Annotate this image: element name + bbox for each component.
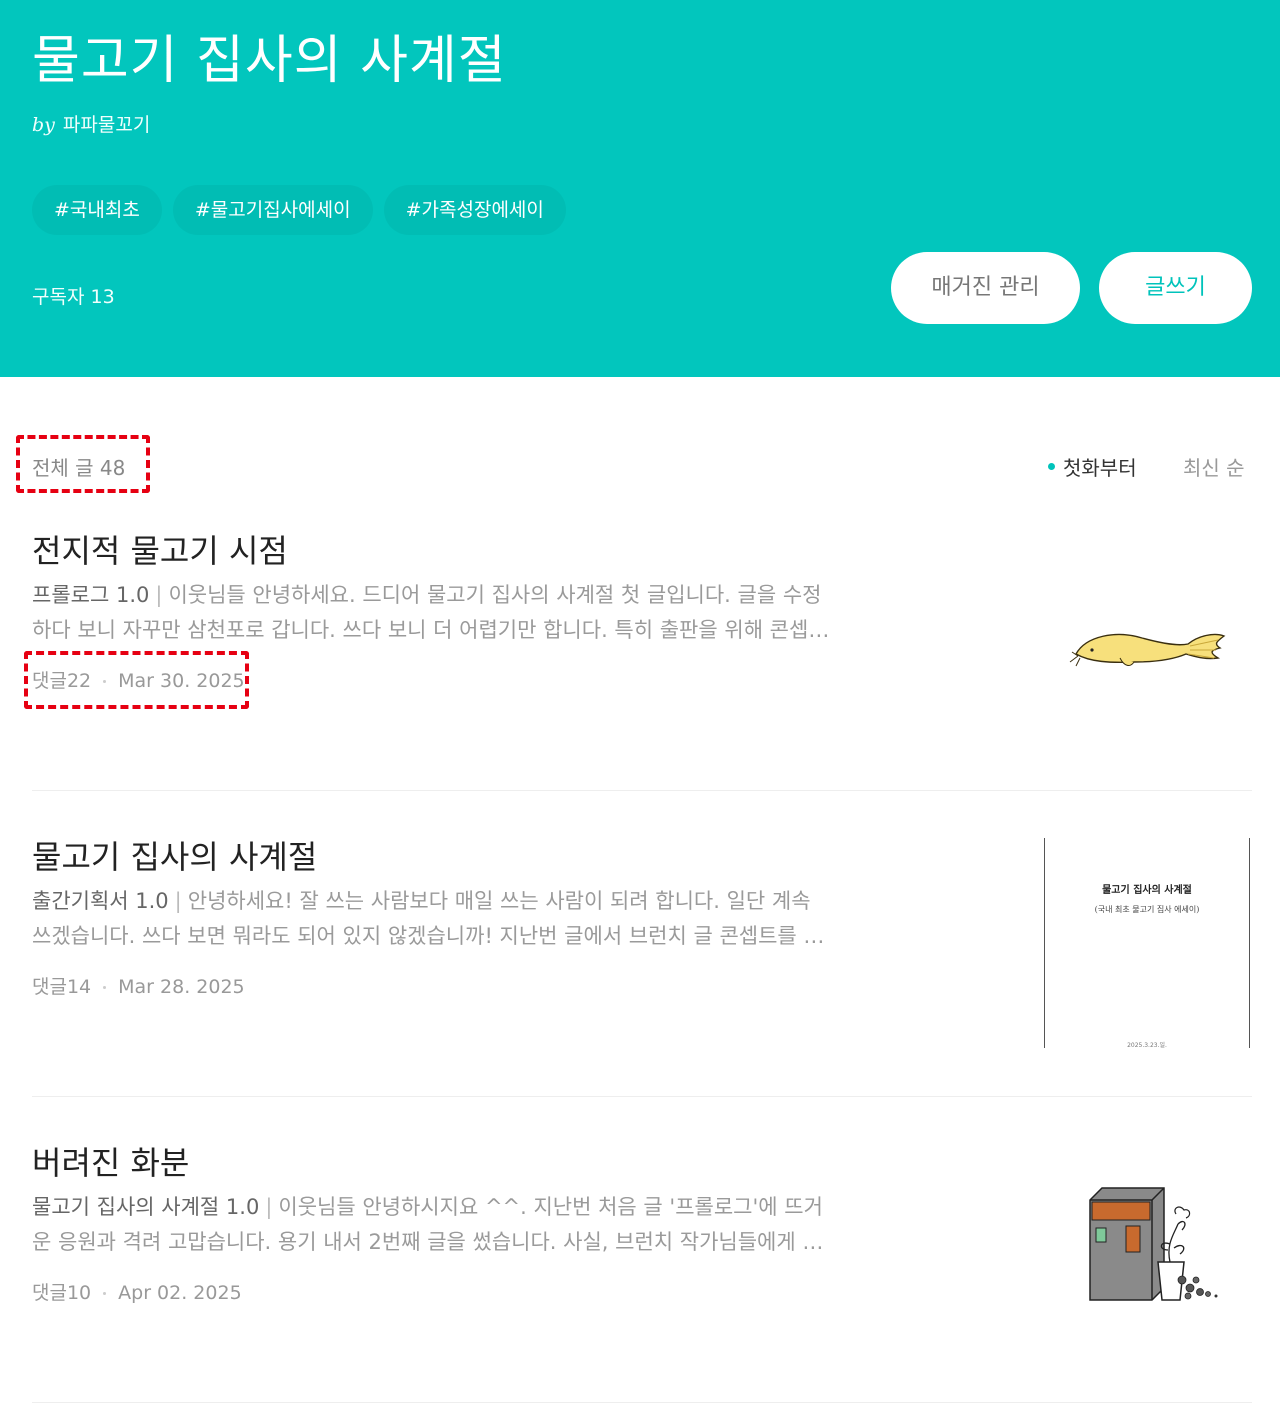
sort-recent[interactable]: 최신 순: [1183, 452, 1245, 481]
article-divider: [32, 1402, 1252, 1403]
sort-first-episode[interactable]: 첫화부터: [1048, 452, 1137, 481]
article-title[interactable]: 전지적 물고기 시점: [32, 526, 288, 572]
tag-1[interactable]: #국내최초: [32, 185, 162, 235]
article-series: 출간기획서 1.0: [32, 889, 169, 913]
excerpt-line-2: 하다 보니 자꾸만 삼천포로 갑니다. 쓰다 보니 더 어렵기만 합니다. 특히…: [32, 618, 830, 642]
excerpt-line-1: 이웃님들 안녕하세요. 드디어 물고기 집사의 사계절 첫 글입니다. 글을 수…: [168, 583, 822, 607]
magazine-header: 물고기 집사의 사계절 by 파파물꼬기 #국내최초 #물고기집사에세이 #가족성…: [0, 0, 1280, 377]
comment-count: 댓글14: [32, 976, 92, 998]
article-title[interactable]: 버려진 화분: [32, 1138, 189, 1184]
excerpt-line-2: 운 응원과 격려 고맙습니다. 용기 내서 2번째 글을 썼습니다. 사실, 브…: [32, 1230, 824, 1254]
yellow-fish-icon[interactable]: [1068, 622, 1228, 674]
by-label: by: [32, 114, 55, 136]
article-excerpt[interactable]: 출간기획서 1.0 | 안녕하세요! 잘 쓰는 사람보다 매일 쓰는 사람이 되려 …: [32, 884, 957, 954]
article-title[interactable]: 물고기 집사의 사계절: [32, 832, 317, 878]
highlight-box-meta: [24, 651, 249, 709]
separator: |: [265, 1195, 273, 1219]
article-excerpt[interactable]: 프롤로그 1.0 | 이웃님들 안녕하세요. 드디어 물고기 집사의 사계절 첫 글…: [32, 578, 957, 648]
byline: by 파파물꼬기: [32, 110, 150, 137]
write-button[interactable]: 글쓰기: [1099, 252, 1252, 324]
article-meta: 댓글14 Mar 28. 2025: [32, 972, 245, 999]
excerpt-line-2: 쓰겠습니다. 쓰다 보면 뭐라도 되어 있지 않겠습니까! 지난번 글에서 브런…: [32, 924, 825, 948]
publish-date: Apr 02. 2025: [118, 1282, 242, 1304]
publish-date: Mar 28. 2025: [118, 976, 245, 998]
article-thumbnail-cover[interactable]: 물고기 집사의 사계절 (국내 최초 물고기 집사 에세이) 2025.3.23…: [1044, 838, 1250, 1049]
cover-title: 물고기 집사의 사계절: [1102, 885, 1192, 896]
sort-first-label: 첫화부터: [1063, 456, 1137, 480]
article-divider: [32, 1096, 1252, 1097]
manage-magazine-button[interactable]: 매거진 관리: [891, 252, 1080, 324]
comment-count: 댓글10: [32, 1282, 92, 1304]
article-meta: 댓글10 Apr 02. 2025: [32, 1278, 242, 1305]
separator: |: [155, 583, 163, 607]
magazine-title: 물고기 집사의 사계절: [32, 31, 507, 91]
article-series: 물고기 집사의 사계절 1.0: [32, 1195, 260, 1219]
discarded-pot-illustration-icon[interactable]: [1084, 1184, 1224, 1306]
article-excerpt[interactable]: 물고기 집사의 사계절 1.0 | 이웃님들 안녕하시지요 ^^. 지난번 처음 글…: [32, 1190, 957, 1260]
separator: |: [174, 889, 182, 913]
article-divider: [32, 790, 1252, 791]
active-dot-icon: [1048, 463, 1055, 470]
meta-dot: [103, 986, 107, 989]
cover-date: 2025.3.23.일.: [1127, 1042, 1167, 1049]
meta-dot: [103, 1292, 107, 1295]
keyword-tags: #국내최초 #물고기집사에세이 #가족성장에세이: [32, 185, 566, 235]
cover-subtitle: (국내 최초 물고기 집사 에세이): [1094, 905, 1200, 914]
total-post-count: 전체 글 48: [32, 456, 126, 480]
excerpt-line-1: 이웃님들 안녕하시지요 ^^. 지난번 처음 글 '프롤로그'에 뜨거: [278, 1195, 823, 1219]
excerpt-line-1: 안녕하세요! 잘 쓰는 사람보다 매일 쓰는 사람이 되려 합니다. 일단 계속: [187, 889, 811, 913]
author-link[interactable]: 파파물꼬기: [63, 114, 150, 136]
article-series: 프롤로그 1.0: [32, 583, 150, 607]
tag-3[interactable]: #가족성장에세이: [383, 185, 566, 235]
subscriber-count[interactable]: 구독자 13: [32, 282, 115, 309]
tag-2[interactable]: #물고기집사에세이: [172, 185, 373, 235]
